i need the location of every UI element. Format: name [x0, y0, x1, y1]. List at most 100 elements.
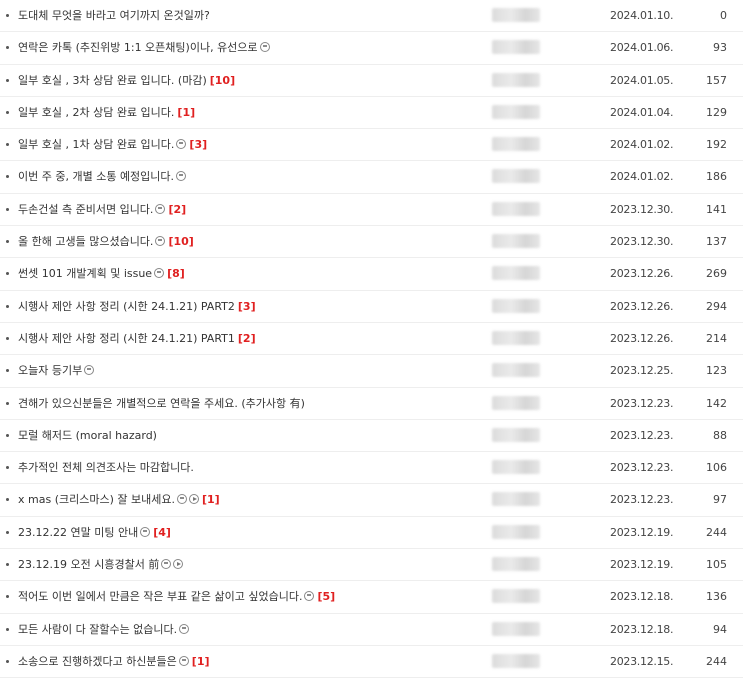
- comment-count[interactable]: [2]: [168, 203, 186, 216]
- post-title-link[interactable]: 일부 호실 , 3차 상담 완료 입니다. (마감): [18, 74, 207, 87]
- author-name-blurred[interactable]: [492, 266, 540, 281]
- view-count: 106: [706, 461, 727, 475]
- post-date: 2024.01.04.: [610, 105, 674, 119]
- post-date: 2023.12.26.: [610, 299, 674, 313]
- post-title-link[interactable]: 이번 주 중, 개별 소통 예정입니다.: [18, 170, 174, 183]
- post-title-link[interactable]: 일부 호실 , 1차 상담 완료 입니다.: [18, 138, 174, 151]
- view-count: 93: [713, 41, 727, 55]
- post-title-link[interactable]: 썬셋 101 개발계획 및 issue: [18, 267, 152, 280]
- author-name-blurred[interactable]: [492, 201, 540, 216]
- author-name-blurred[interactable]: [492, 169, 540, 184]
- post-title-link[interactable]: 적어도 이번 일에서 만큼은 작은 부표 같은 삶이고 싶었습니다.: [18, 590, 302, 603]
- post-list: 도대체 무엇을 바라고 여기까지 온것일까? 2024.01.10. 0 연락은 카톡…: [0, 0, 743, 679]
- table-row: 이번 주 중, 개별 소통 예정입니다. 2024.01.02. 186: [0, 161, 743, 194]
- comment-count[interactable]: [10]: [210, 74, 235, 87]
- post-title-cell: 모럴 해저드 (moral hazard): [18, 428, 157, 443]
- table-row: 두손건설 측 준비서면 입니다. [2] 2023.12.30. 141: [0, 194, 743, 227]
- author-name-blurred[interactable]: [492, 653, 540, 668]
- bullet-icon: [6, 240, 9, 244]
- bullet-icon: [6, 46, 9, 50]
- emoticon-icon: [154, 268, 165, 279]
- post-title-cell: 23.12.22 연말 미팅 안내 [4]: [18, 525, 171, 540]
- author-name-blurred[interactable]: [492, 492, 540, 507]
- author-name-blurred[interactable]: [492, 621, 540, 636]
- post-title-link[interactable]: 모든 사람이 다 잘할수는 없습니다.: [18, 623, 177, 636]
- emoticon-icon: [179, 623, 190, 634]
- comment-count[interactable]: [1]: [177, 106, 195, 119]
- post-title-link[interactable]: 추가적인 전체 의견조사는 마감합니다.: [18, 461, 194, 474]
- emoticon-icon: [178, 655, 189, 666]
- emoticon-icon: [161, 559, 172, 570]
- view-count: 141: [706, 202, 727, 216]
- author-name-blurred[interactable]: [492, 427, 540, 442]
- author-name-blurred[interactable]: [492, 524, 540, 539]
- table-row: 소송으로 진행하겠다고 하신분들은 [1] 2023.12.15. 244: [0, 646, 743, 679]
- post-title-link[interactable]: 23.12.19 오전 시흥경찰서 前: [18, 558, 159, 571]
- post-title-cell: 일부 호실 , 1차 상담 완료 입니다. [3]: [18, 137, 207, 152]
- comment-count[interactable]: [3]: [238, 300, 256, 313]
- author-name-blurred[interactable]: [492, 137, 540, 152]
- comment-count[interactable]: [5]: [317, 590, 335, 603]
- table-row: 일부 호실 , 3차 상담 완료 입니다. (마감) [10] 2024.01.05…: [0, 65, 743, 97]
- comment-count[interactable]: [10]: [168, 235, 193, 248]
- post-title-link[interactable]: 두손건설 측 준비서면 입니다.: [18, 203, 153, 216]
- emoticon-icon: [176, 171, 187, 182]
- author-name-blurred[interactable]: [492, 460, 540, 475]
- author-name-blurred[interactable]: [492, 589, 540, 604]
- comment-count[interactable]: [4]: [153, 526, 171, 539]
- bullet-icon: [6, 110, 9, 114]
- post-date: 2024.01.02.: [610, 138, 674, 152]
- post-title-link[interactable]: x mas (크리스마스) 잘 보내세요.: [18, 493, 175, 506]
- emoticon-icon: [140, 526, 151, 537]
- author-name-blurred[interactable]: [492, 104, 540, 119]
- post-date: 2023.12.26.: [610, 267, 674, 281]
- table-row: 모든 사람이 다 잘할수는 없습니다. 2023.12.18. 94: [0, 614, 743, 646]
- view-count: 294: [706, 299, 727, 313]
- bullet-icon: [6, 466, 9, 470]
- table-row: 추가적인 전체 의견조사는 마감합니다. 2023.12.23. 106: [0, 452, 743, 485]
- post-title-cell: 23.12.19 오전 시흥경찰서 前: [18, 557, 184, 572]
- comment-count[interactable]: [1]: [202, 493, 220, 506]
- view-count: 269: [706, 267, 727, 281]
- post-title-link[interactable]: 일부 호실 , 2차 상담 완료 입니다.: [18, 106, 174, 119]
- table-row: 올 한해 고생들 많으셨습니다. [10] 2023.12.30. 137: [0, 226, 743, 259]
- bullet-icon: [6, 401, 9, 405]
- author-name-blurred[interactable]: [492, 8, 540, 22]
- post-title-cell: 시행사 제안 사항 정리 (시한 24.1.21) PART1 [2]: [18, 331, 256, 346]
- comment-count[interactable]: [3]: [189, 138, 207, 151]
- post-title-link[interactable]: 시행사 제안 사항 정리 (시한 24.1.21) PART1: [18, 332, 235, 345]
- emoticon-icon: [84, 365, 95, 376]
- author-name-blurred[interactable]: [492, 363, 540, 378]
- video-icon: [173, 559, 184, 570]
- post-date: 2024.01.02.: [610, 170, 674, 184]
- view-count: 0: [720, 9, 727, 22]
- comment-count[interactable]: [2]: [238, 332, 256, 345]
- post-title-link[interactable]: 도대체 무엇을 바라고 여기까지 온것일까?: [18, 9, 210, 22]
- bullet-icon: [6, 304, 9, 308]
- author-name-blurred[interactable]: [492, 557, 540, 572]
- comment-count[interactable]: [1]: [192, 655, 210, 668]
- post-title-link[interactable]: 견해가 있으신분들은 개별적으로 연락을 주세요. (추가사항 有): [18, 397, 305, 410]
- author-name-blurred[interactable]: [492, 298, 540, 313]
- table-row: 시행사 제안 사항 정리 (시한 24.1.21) PART2 [3] 2023.1…: [0, 291, 743, 323]
- post-title-link[interactable]: 시행사 제안 사항 정리 (시한 24.1.21) PART2: [18, 300, 235, 313]
- post-title-cell: 올 한해 고생들 많으셨습니다. [10]: [18, 234, 194, 249]
- post-title-cell: 연락은 카톡 (추진위방 1:1 오픈채팅)이나, 유선으로: [18, 40, 270, 55]
- post-title-cell: 일부 호실 , 2차 상담 완료 입니다. [1]: [18, 105, 195, 120]
- bullet-icon: [6, 563, 9, 567]
- table-row: 23.12.22 연말 미팅 안내 [4] 2023.12.19. 244: [0, 517, 743, 550]
- post-title-link[interactable]: 23.12.22 연말 미팅 안내: [18, 526, 138, 539]
- author-name-blurred[interactable]: [492, 330, 540, 345]
- post-title-link[interactable]: 올 한해 고생들 많으셨습니다.: [18, 235, 153, 248]
- bullet-icon: [6, 659, 9, 663]
- bullet-icon: [6, 78, 9, 82]
- post-title-link[interactable]: 연락은 카톡 (추진위방 1:1 오픈채팅)이나, 유선으로: [18, 41, 258, 54]
- post-title-link[interactable]: 소송으로 진행하겠다고 하신분들은: [18, 655, 177, 668]
- author-name-blurred[interactable]: [492, 40, 540, 55]
- post-title-link[interactable]: 모럴 해저드 (moral hazard): [18, 429, 157, 442]
- author-name-blurred[interactable]: [492, 72, 540, 87]
- author-name-blurred[interactable]: [492, 395, 540, 410]
- author-name-blurred[interactable]: [492, 234, 540, 249]
- comment-count[interactable]: [8]: [167, 267, 185, 280]
- post-title-link[interactable]: 오늘자 등기부: [18, 364, 82, 377]
